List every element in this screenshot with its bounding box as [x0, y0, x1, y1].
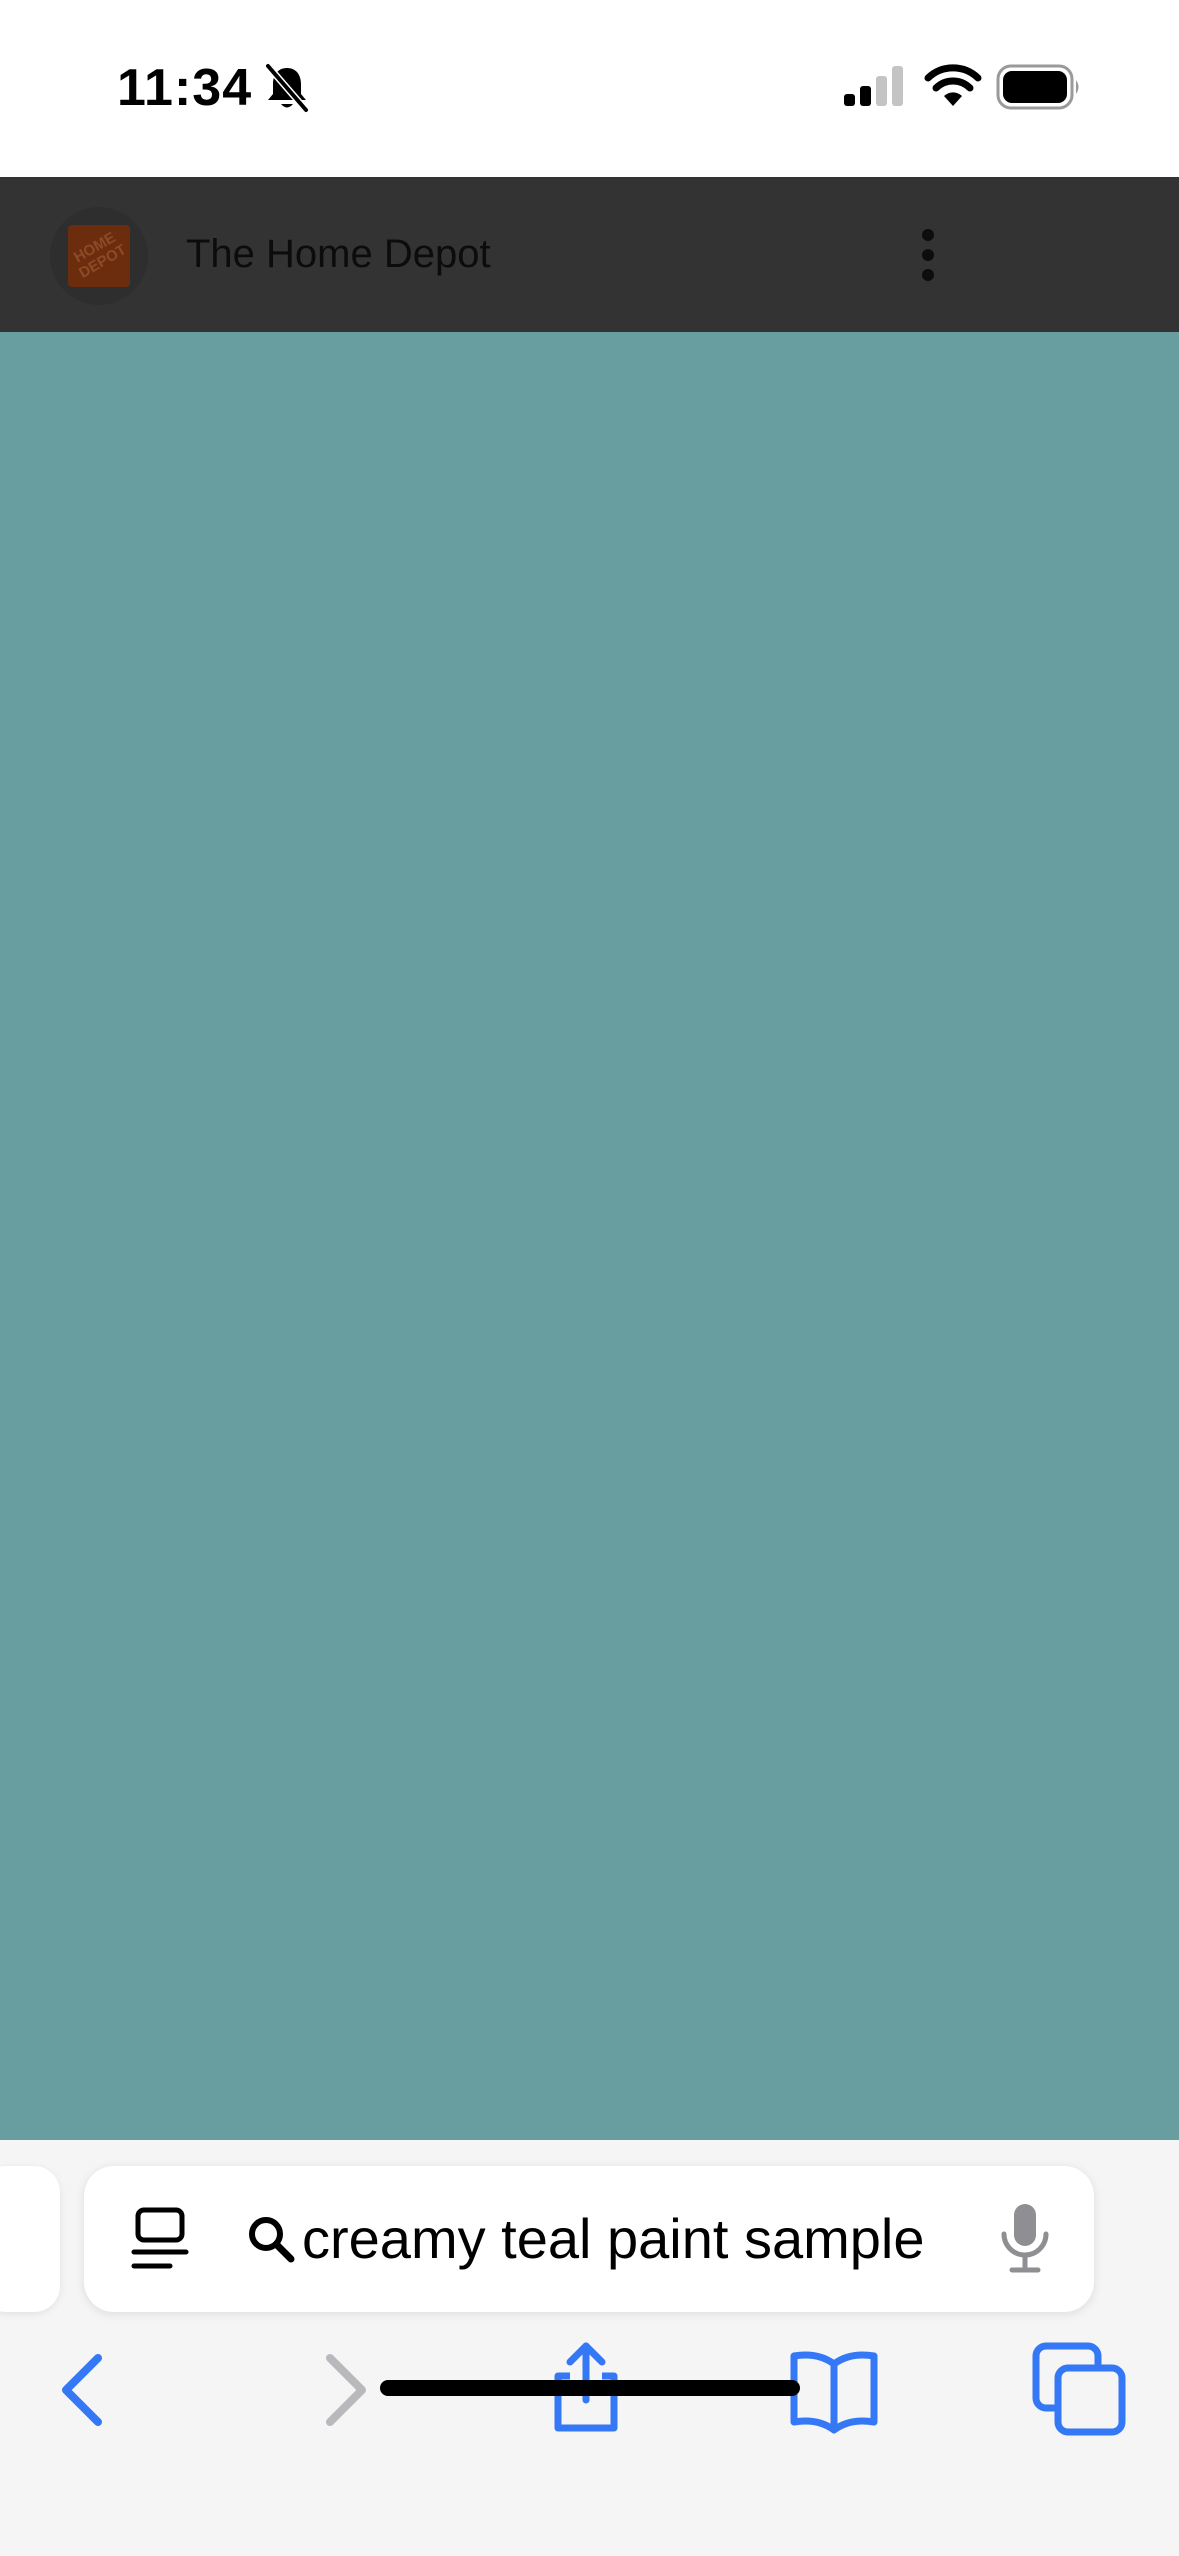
- paint-color-preview: [0, 332, 1179, 2140]
- kebab-menu-icon[interactable]: [908, 225, 948, 285]
- reader-mode-icon[interactable]: [130, 2206, 190, 2272]
- address-bar[interactable]: creamy teal paint sample: [84, 2166, 1094, 2312]
- app-title: The Home Depot: [186, 232, 491, 276]
- status-bar: 11:34: [0, 0, 1179, 177]
- back-button[interactable]: [36, 2340, 136, 2440]
- logo-mark: HOME DEPOT: [68, 225, 130, 287]
- microphone-icon[interactable]: [998, 2202, 1052, 2274]
- previous-tab-card[interactable]: [0, 2166, 60, 2312]
- home-depot-logo: HOME DEPOT: [50, 207, 148, 305]
- search-icon: [249, 2217, 295, 2263]
- status-time: 11:34: [117, 59, 253, 117]
- home-indicator[interactable]: [380, 2380, 800, 2396]
- browser-toolbar: creamy teal paint sample: [0, 2140, 1179, 2556]
- tabs-button[interactable]: [1030, 2340, 1130, 2440]
- forward-button[interactable]: [292, 2340, 392, 2440]
- battery-icon: [996, 64, 1079, 110]
- wifi-icon: [924, 64, 982, 106]
- cellular-signal-icon: [844, 66, 903, 106]
- address-text[interactable]: creamy teal paint sample: [302, 2204, 1042, 2274]
- bell-slash-icon: [265, 63, 309, 113]
- app-header: HOME DEPOT The Home Depot: [0, 177, 1179, 332]
- logo-text: HOME DEPOT: [71, 229, 130, 282]
